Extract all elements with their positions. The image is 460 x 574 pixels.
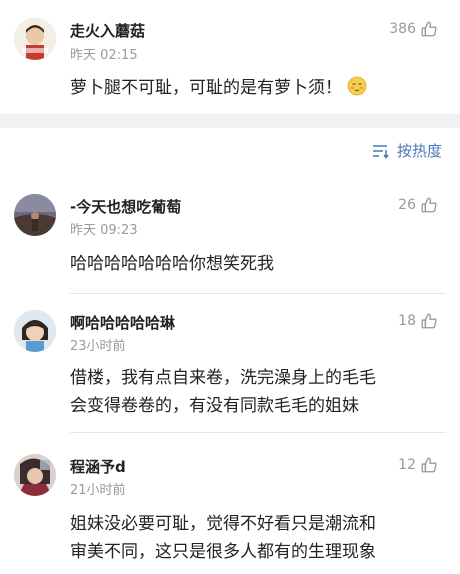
comment-item: 走火入蘑菇 昨天 02:15 386 萝卜腿不可耻，可耻的是有萝卜须！ [0,0,460,114]
divider [70,432,446,433]
comment-text: 萝卜腿不可耻，可耻的是有萝卜须！ [70,74,442,102]
sort-label: 按热度 [396,142,442,160]
comment-text-line: 借楼，我有点自来卷，洗完澡身上的毛毛 [70,368,376,388]
comment-text: 哈哈哈哈哈哈哈你想笑死我 [70,254,274,274]
like-button[interactable]: 26 [398,196,438,214]
thumbs-up-icon [420,20,438,38]
comment-text-line: 审美不同，这只是很多人都有的生理现象 [70,542,376,562]
like-button[interactable]: 18 [398,312,438,330]
like-count: 386 [389,21,416,37]
shy-face-emoji-icon [347,76,367,96]
comment-text-line: 会变得卷卷的，有没有同款毛毛的姐妹 [70,396,359,416]
like-button[interactable]: 386 [389,20,438,38]
section-separator [0,114,460,128]
avatar[interactable] [14,454,56,496]
comment-text-line: 姐妹没必要可耻，觉得不好看只是潮流和 [70,514,376,534]
comment-text: 借楼，我有点自来卷，洗完澡身上的毛毛 会变得卷卷的，有没有同款毛毛的姐妹 [70,364,442,420]
comment-text: 姐妹没必要可耻，觉得不好看只是潮流和 审美不同，这只是很多人都有的生理现象 [70,510,442,566]
avatar[interactable] [14,310,56,352]
username[interactable]: 走火入蘑菇 [70,20,145,41]
thumbs-up-icon [420,312,438,330]
username[interactable]: 啊哈哈哈哈哈琳 [70,312,175,333]
avatar[interactable] [14,18,56,60]
comment-item: -今天也想吃葡萄 昨天 09:23 26 哈哈哈哈哈哈哈你想笑死我 [0,176,460,294]
like-count: 18 [398,313,416,329]
comment-item: 啊哈哈哈哈哈琳 23小时前 18 借楼，我有点自来卷，洗完澡身上的毛毛 会变得卷… [0,294,460,434]
comment-item: 程涵予d 21小时前 12 姐妹没必要可耻，觉得不好看只是潮流和 审美不同，这只… [0,434,460,574]
thumbs-up-icon [420,196,438,214]
thumbs-up-icon [420,456,438,474]
username[interactable]: -今天也想吃葡萄 [70,196,181,217]
sort-icon [371,143,391,159]
avatar[interactable] [14,194,56,236]
timestamp: 21小时前 [70,483,126,498]
timestamp: 23小时前 [70,339,126,354]
sort-by-hot-button[interactable]: 按热度 [371,140,442,161]
timestamp: 昨天 02:15 [70,48,138,63]
username[interactable]: 程涵予d [70,456,126,477]
timestamp: 昨天 09:23 [70,223,138,238]
like-button[interactable]: 12 [398,456,438,474]
like-count: 26 [398,197,416,213]
like-count: 12 [398,457,416,473]
